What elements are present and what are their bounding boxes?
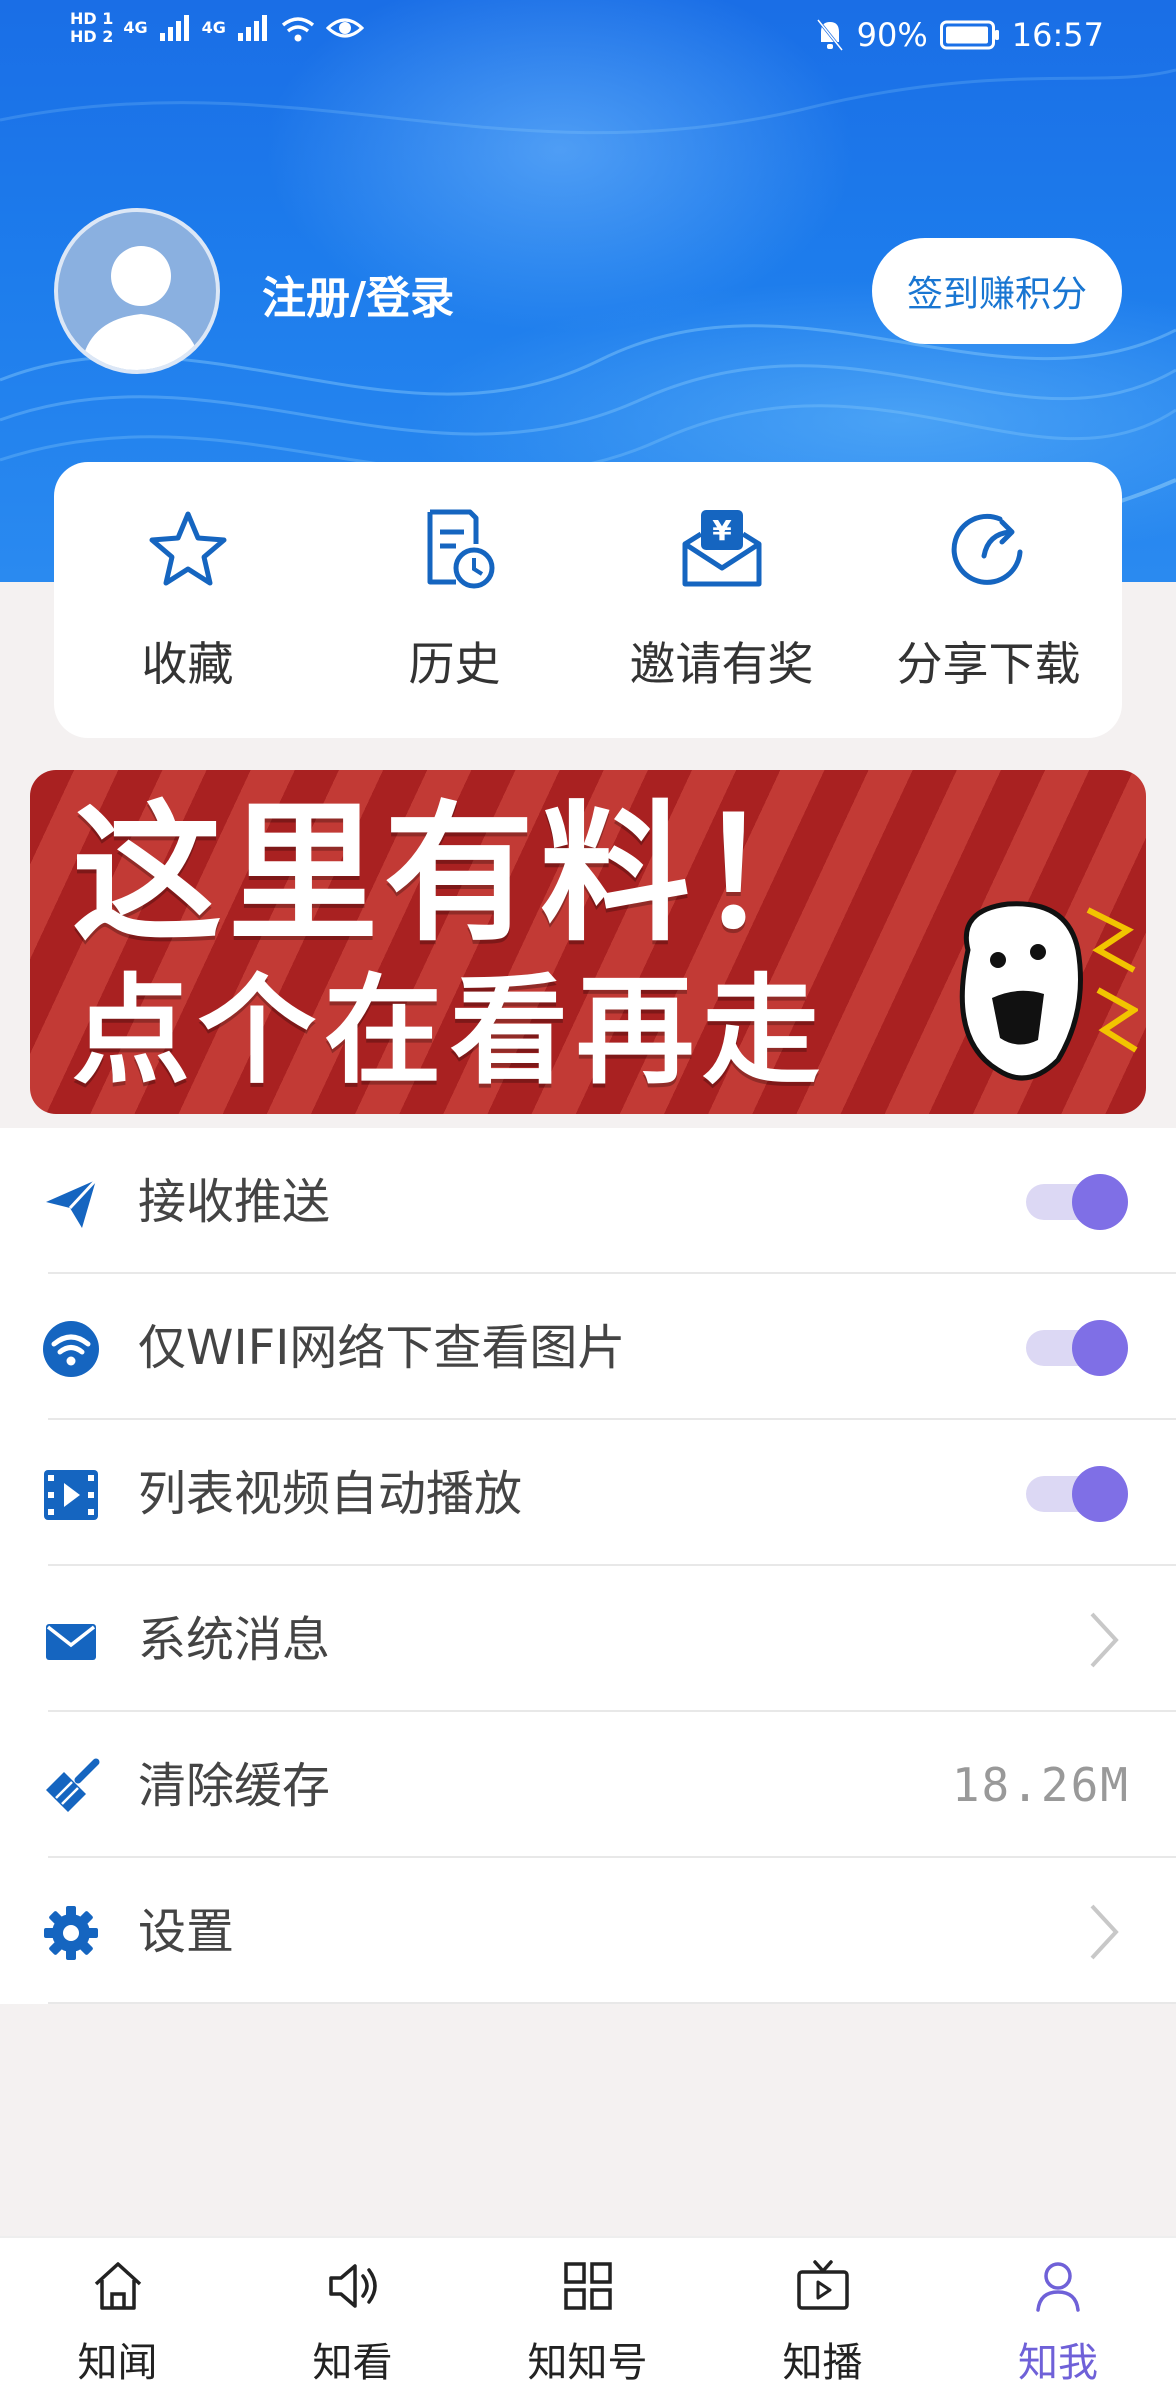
setting-label: 仅WIFI网络下查看图片 (138, 1320, 626, 1376)
cartoon-face-illustration (959, 901, 1138, 1081)
chevron-right-icon (1090, 1612, 1119, 1668)
network-type-2: 4G (201, 18, 226, 37)
settings-list: 接收推送 仅WIFI网络下查看图片 列表视频自动播放 系统消息 清除缓存 18.… (0, 1128, 1176, 2004)
battery-icon (939, 20, 999, 50)
quick-action-favorites[interactable]: 收藏 (54, 462, 321, 738)
setting-label: 接收推送 (138, 1174, 331, 1230)
setting-label: 清除缓存 (138, 1758, 331, 1814)
gear-icon (44, 1906, 98, 1960)
tab-zhibo[interactable]: 知播 (705, 2238, 940, 2400)
checkin-button[interactable]: 签到赚积分 (872, 238, 1122, 344)
status-bar: HD 1 HD 2 4G 4G 90% 16:57 (0, 0, 1176, 76)
quick-action-share[interactable]: 分享下载 (855, 462, 1122, 738)
tab-label: 知闻 (77, 2340, 158, 2386)
star-icon (149, 511, 226, 586)
wifi-icon (43, 1321, 99, 1377)
eye-icon (325, 18, 364, 38)
history-icon (427, 509, 494, 589)
svg-text:¥: ¥ (712, 514, 732, 547)
setting-label: 系统消息 (138, 1612, 331, 1668)
setting-settings[interactable]: 设置 (0, 1858, 1176, 2004)
video-icon (44, 1470, 98, 1520)
banner-subline: 点个在看再走 (72, 962, 829, 1100)
person-icon (1036, 2262, 1080, 2312)
setting-label: 列表视频自动播放 (138, 1466, 523, 1522)
setting-receive-push[interactable]: 接收推送 (0, 1128, 1176, 1274)
autoplay-toggle[interactable] (1020, 1466, 1128, 1522)
network-type-1: 4G (123, 18, 148, 37)
invite-reward-icon: ¥ (682, 510, 761, 587)
divider (48, 2002, 1176, 2004)
chevron-right-icon (1090, 1904, 1119, 1960)
tab-zhiwo[interactable]: 知我 (940, 2238, 1176, 2400)
quick-actions-card: 收藏 历史 ¥ 邀请有奖 分享下载 (54, 462, 1122, 738)
cache-size-value: 18.26M (951, 1758, 1130, 1812)
signal-icon (159, 15, 189, 41)
quick-action-history[interactable]: 历史 (321, 462, 588, 738)
tab-label: 知我 (1018, 2340, 1098, 2386)
banner-headline: 这里有料！ (72, 788, 853, 962)
quick-action-label: 收藏 (141, 637, 234, 691)
share-icon (951, 513, 1022, 585)
bottom-tab-bar: 知闻 知看 知知号 知播 知我 (0, 2236, 1176, 2400)
setting-system-messages[interactable]: 系统消息 (0, 1566, 1176, 1712)
wifi-images-toggle[interactable] (1020, 1320, 1128, 1376)
tab-label: 知看 (312, 2340, 393, 2386)
broom-icon (46, 1758, 100, 1812)
default-avatar-icon (80, 246, 202, 370)
clock: 16:57 (1011, 16, 1104, 54)
wifi-status-icon (281, 17, 314, 42)
setting-wifi-images[interactable]: 仅WIFI网络下查看图片 (0, 1274, 1176, 1420)
tab-label: 知播 (782, 2340, 863, 2386)
quick-action-invite[interactable]: ¥ 邀请有奖 (588, 462, 855, 738)
setting-clear-cache[interactable]: 清除缓存 18.26M (0, 1712, 1176, 1858)
push-toggle[interactable] (1020, 1174, 1128, 1230)
tab-label: 知知号 (527, 2340, 648, 2386)
signal-icon (237, 15, 267, 41)
tv-play-icon (796, 2260, 849, 2310)
home-icon (94, 2262, 141, 2310)
setting-label: 设置 (138, 1904, 235, 1960)
quick-action-label: 历史 (408, 637, 501, 691)
login-link[interactable]: 注册/登录 (262, 262, 454, 326)
paper-plane-icon (46, 1178, 98, 1228)
tab-zhikan[interactable]: 知看 (235, 2238, 470, 2400)
mute-bell-icon (816, 19, 843, 51)
avatar[interactable] (54, 208, 220, 374)
setting-autoplay-video[interactable]: 列表视频自动播放 (0, 1420, 1176, 1566)
speaker-icon (328, 2264, 377, 2308)
tab-zhiwen[interactable]: 知闻 (0, 2238, 235, 2400)
promo-banner[interactable]: 这里有料！ 点个在看再走 (30, 770, 1146, 1114)
sim2-label: HD 2 (70, 27, 114, 46)
quick-action-label: 分享下载 (896, 637, 1081, 691)
tab-zhizhihao[interactable]: 知知号 (470, 2238, 705, 2400)
quick-action-label: 邀请有奖 (629, 637, 814, 691)
sim1-label: HD 1 (70, 9, 114, 28)
mail-icon (46, 1624, 96, 1660)
grid-icon (563, 2262, 612, 2310)
battery-percent: 90% (856, 16, 928, 54)
